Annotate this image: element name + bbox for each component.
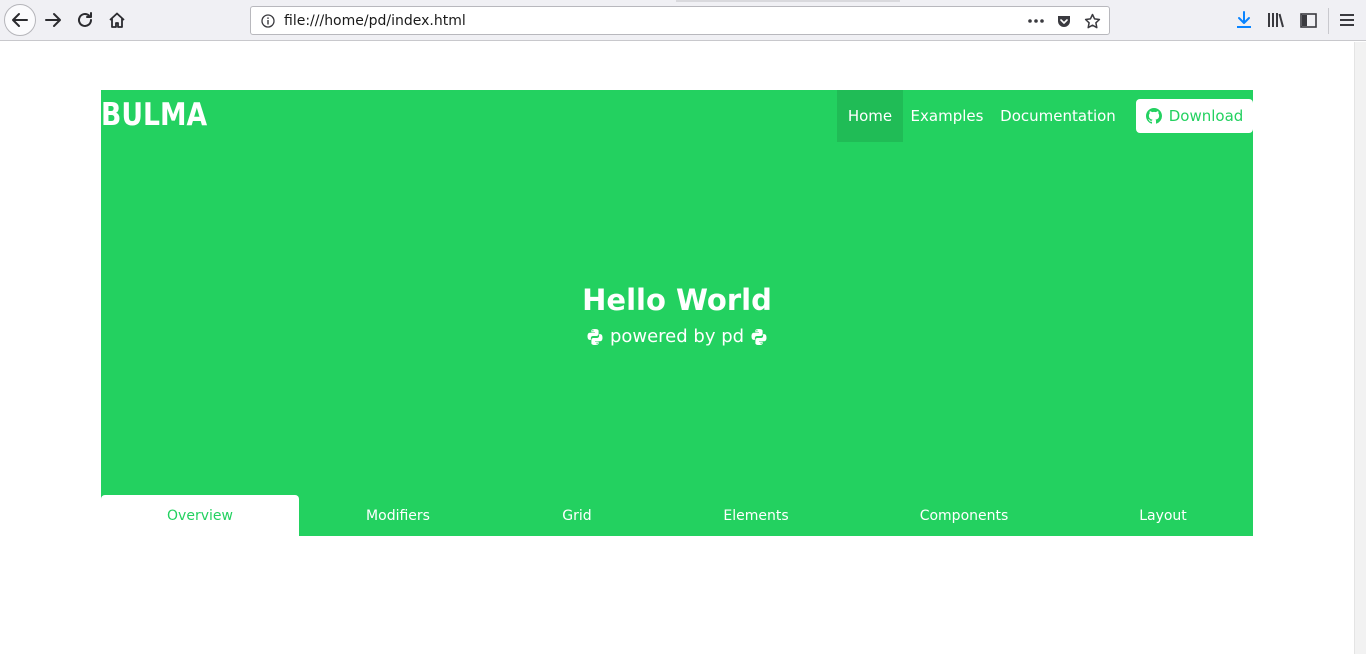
python-icon [587, 328, 603, 345]
pocket-icon[interactable] [1053, 10, 1075, 32]
download-button[interactable]: Download [1136, 99, 1253, 133]
home-button[interactable] [102, 5, 132, 35]
url-text[interactable]: file:///home/pd/index.html [284, 13, 466, 29]
sidebar-icon [1299, 12, 1317, 28]
home-icon [109, 12, 125, 28]
downloads-button[interactable] [1232, 8, 1256, 32]
hero-title: Hello World [582, 283, 772, 317]
brand-logo[interactable]: BULMA [101, 97, 207, 133]
download-arrow-icon [1237, 11, 1251, 28]
hero-subtitle-text: powered by pd [609, 326, 745, 347]
info-icon[interactable] [260, 13, 275, 28]
sidebar-button[interactable] [1296, 8, 1320, 32]
star-icon[interactable] [1081, 10, 1103, 32]
tab-elements[interactable]: Elements [657, 495, 855, 536]
nav-item-documentation[interactable]: Documentation [991, 90, 1125, 142]
toolbar-separator [1328, 8, 1329, 34]
browser-toolbar: file:///home/pd/index.html [0, 0, 1366, 41]
nav-item-examples[interactable]: Examples [903, 90, 991, 142]
forward-icon [45, 13, 61, 27]
tab-components[interactable]: Components [855, 495, 1073, 536]
url-bar[interactable]: file:///home/pd/index.html [250, 6, 1110, 35]
library-button[interactable] [1264, 8, 1288, 32]
back-icon [12, 13, 28, 27]
library-icon [1268, 13, 1284, 28]
page-scrollbar[interactable] [1354, 42, 1366, 654]
tab-strip-edge [676, 0, 900, 2]
section-tabs: Overview Modifiers Grid Elements Compone… [101, 495, 1253, 536]
menu-button[interactable] [1335, 8, 1359, 32]
reload-icon [78, 12, 92, 27]
reload-button[interactable] [70, 5, 100, 35]
tab-overview[interactable]: Overview [101, 495, 299, 536]
python-icon [751, 328, 767, 345]
forward-button[interactable] [38, 5, 68, 35]
tab-layout[interactable]: Layout [1073, 495, 1253, 536]
nav-item-home[interactable]: Home [837, 90, 903, 142]
github-icon [1145, 108, 1162, 124]
tab-grid[interactable]: Grid [497, 495, 657, 536]
menu-icon [1340, 14, 1354, 26]
hero-subtitle: powered by pd [77, 326, 1277, 347]
more-icon[interactable] [1025, 10, 1047, 32]
download-label: Download [1168, 107, 1244, 125]
back-button[interactable] [4, 4, 36, 36]
tab-modifiers[interactable]: Modifiers [299, 495, 497, 536]
hero-section: BULMA Home Examples Documentation Downlo… [101, 90, 1253, 536]
